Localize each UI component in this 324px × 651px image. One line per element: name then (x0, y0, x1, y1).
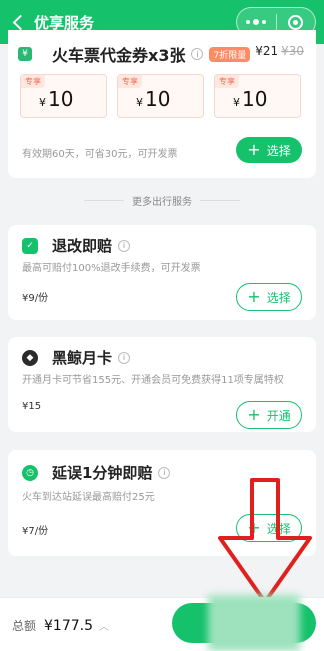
service-price: ¥9/份 (22, 293, 49, 304)
service-title: 黑鲸月卡 (52, 349, 113, 367)
voucher-ticket: 专享 ¥10 (214, 74, 301, 118)
voucher-title: 火车票代金券x3张 (52, 46, 186, 65)
plus-icon: + (247, 287, 261, 306)
voucher-price-group: ¥21 ¥30 (255, 44, 304, 58)
voucher-select-button[interactable]: + 选择 (236, 137, 302, 163)
refund-select-label: 选择 (266, 290, 291, 305)
chevron-left-icon (12, 14, 28, 30)
service-card-refund: ✓ 退改即赔 i 最高可赔付100%退改手续费，可开发票 ¥9/份 + 选择 (8, 225, 316, 320)
voucher-card: ¥ 火车票代金券x3张 i 7折限量 ¥21 ¥30 专享 ¥10 专享 ¥10 … (8, 30, 316, 178)
info-icon[interactable]: i (191, 48, 204, 60)
service-desc: 火车到达站延误最高赔付25元 (22, 492, 155, 503)
ticket-amount: 10 (48, 87, 74, 111)
service-title: 退改即赔 (52, 237, 113, 255)
service-price: ¥7/份 (22, 526, 49, 537)
red-arrow-annotation (218, 478, 312, 604)
service-desc: 开通月卡可节省155元、开通会员可免费获得11项专属特权 (22, 375, 284, 386)
info-icon[interactable]: i (158, 466, 171, 479)
voucher-price: ¥21 (255, 44, 279, 58)
plus-icon: + (247, 140, 261, 159)
ticket-currency: ¥ (136, 96, 143, 109)
info-icon[interactable]: i (118, 239, 131, 252)
voucher-icon: ¥ (18, 47, 32, 61)
ticket-currency: ¥ (233, 96, 240, 109)
ticket-amount: 10 (242, 87, 268, 111)
bottom-bar: 总额 ¥177.5 ︿ (0, 595, 324, 651)
voucher-old-price: ¥30 (281, 44, 304, 58)
service-price: ¥15 (22, 401, 42, 412)
shield-check-icon: ✓ (22, 237, 38, 254)
plus-icon: + (247, 405, 261, 424)
total-group[interactable]: 总额 ¥177.5 ︿ (12, 617, 109, 634)
whale-icon: ◆ (22, 349, 38, 366)
section-divider: 更多出行服务 (0, 193, 324, 208)
monthly-open-label: 开通 (266, 408, 291, 423)
voucher-note: 有效期60天，可省30元，可开发票 (22, 149, 178, 160)
refund-select-button[interactable]: + 选择 (236, 283, 302, 311)
divider-label: 更多出行服务 (132, 197, 192, 208)
service-card-monthly: ◆ 黑鲸月卡 i 开通月卡可节省155元、开通会员可免费获得11项专属特权 ¥1… (8, 337, 316, 432)
service-desc: 最高可赔付100%退改手续费，可开发票 (22, 263, 201, 274)
pay-button[interactable] (172, 595, 316, 651)
blurred-region (208, 595, 300, 651)
ticket-currency: ¥ (39, 96, 46, 109)
discount-badge: 7折限量 (209, 46, 251, 62)
voucher-select-label: 选择 (266, 143, 291, 158)
service-title: 延误1分钟即赔 (52, 464, 153, 482)
chevron-up-icon: ︿ (99, 622, 110, 633)
info-icon[interactable]: i (118, 351, 131, 364)
clock-icon: ◷ (22, 464, 38, 481)
ticket-amount: 10 (145, 87, 171, 111)
target-circle-icon (288, 14, 304, 30)
total-label: 总额 (12, 619, 37, 633)
voucher-ticket: 专享 ¥10 (20, 74, 107, 118)
monthly-open-button[interactable]: + 开通 (236, 401, 302, 429)
more-dots-icon (246, 18, 267, 25)
voucher-ticket: 专享 ¥10 (117, 74, 204, 118)
total-value: ¥177.5 (44, 618, 94, 634)
